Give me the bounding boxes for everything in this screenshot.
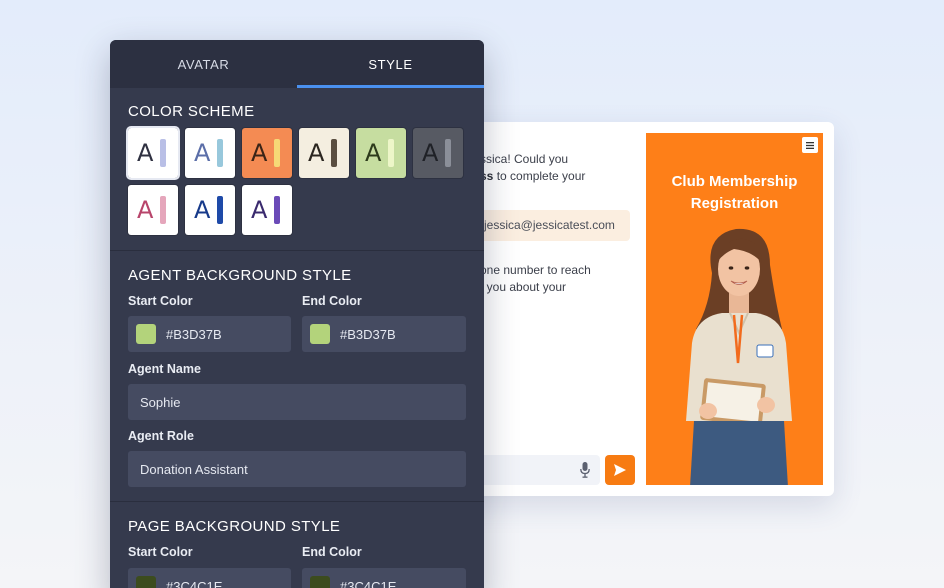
chat-preview-card: ssica! Could you ss to complete your jes… xyxy=(440,122,834,496)
menu-icon[interactable] xyxy=(802,137,818,153)
tab-style[interactable]: STYLE xyxy=(297,40,484,88)
swatch-bar xyxy=(217,196,223,224)
agent-message-2-line-2: t you about your xyxy=(480,280,567,294)
swatch-letter: A xyxy=(137,139,154,167)
agent-role-value: Donation Assistant xyxy=(140,461,248,477)
agent-start-color-field[interactable]: #B3D37B xyxy=(128,316,291,352)
divider xyxy=(110,250,484,251)
agent-message-2-line-1: one number to reach xyxy=(480,263,591,277)
send-button[interactable] xyxy=(605,455,635,485)
swatch-bar xyxy=(445,139,451,167)
page-end-color-value: #3C4C1E xyxy=(340,578,397,588)
swatch-letter: A xyxy=(194,139,211,167)
color-scheme-swatch-9[interactable]: A xyxy=(242,185,292,235)
color-scheme-title: COLOR SCHEME xyxy=(128,103,255,120)
agent-name-value: Sophie xyxy=(140,394,181,410)
agent-end-color-value: #B3D37B xyxy=(340,326,396,342)
swatch-letter: A xyxy=(251,196,268,224)
agent-end-color-label: End Color xyxy=(302,294,362,308)
agent-start-color-label: Start Color xyxy=(128,294,193,308)
user-reply-text: jessica@jessicatest.com xyxy=(484,218,615,232)
color-scheme-swatch-3[interactable]: A xyxy=(242,128,292,178)
agent-avatar-image xyxy=(686,228,792,485)
promo-banner: Club Membership Registration xyxy=(646,133,823,485)
style-panel: AVATAR STYLE COLOR SCHEME A A A A A A A A A AGEN… xyxy=(110,40,484,588)
microphone-icon[interactable] xyxy=(580,462,590,478)
color-scheme-swatch-8[interactable]: A xyxy=(185,185,235,235)
agent-message-2: one number to reach t you about your xyxy=(480,262,640,296)
swatch-letter: A xyxy=(137,196,154,224)
page-end-color-field[interactable]: #3C4C1E xyxy=(302,568,466,588)
promo-title: Club Membership Registration xyxy=(671,173,798,212)
page-start-color-label: Start Color xyxy=(128,545,193,559)
agent-end-color-chip[interactable] xyxy=(310,324,330,344)
swatch-letter: A xyxy=(422,139,439,167)
color-scheme-swatch-5[interactable]: A xyxy=(356,128,406,178)
swatch-letter: A xyxy=(365,139,382,167)
agent-start-color-chip[interactable] xyxy=(136,324,156,344)
swatch-bar xyxy=(160,139,166,167)
page-end-color-label: End Color xyxy=(302,545,362,559)
agent-role-input[interactable]: Donation Assistant xyxy=(128,451,466,487)
page-background-title: PAGE BACKGROUND STYLE xyxy=(128,518,341,535)
swatch-letter: A xyxy=(308,139,325,167)
page-end-color-chip[interactable] xyxy=(310,576,330,588)
swatch-bar xyxy=(274,196,280,224)
user-reply-bubble: jessica@jessicatest.com xyxy=(464,210,630,241)
agent-start-color-value: #B3D37B xyxy=(166,326,222,342)
color-scheme-swatch-2[interactable]: A xyxy=(185,128,235,178)
page-start-color-chip[interactable] xyxy=(136,576,156,588)
agent-name-label: Agent Name xyxy=(128,362,201,376)
color-scheme-swatch-4[interactable]: A xyxy=(299,128,349,178)
swatch-bar xyxy=(217,139,223,167)
agent-end-color-field[interactable]: #B3D37B xyxy=(302,316,466,352)
agent-message-text-2: to complete your xyxy=(493,169,586,183)
agent-name-input[interactable]: Sophie xyxy=(128,384,466,420)
page-start-color-value: #3C4C1E xyxy=(166,578,223,588)
chat-input[interactable] xyxy=(464,455,600,485)
panel-tabs: AVATAR STYLE xyxy=(110,40,484,88)
color-scheme-swatch-7[interactable]: A xyxy=(128,185,178,235)
page-start-color-field[interactable]: #3C4C1E xyxy=(128,568,291,588)
agent-message: ssica! Could you ss to complete your xyxy=(480,151,640,185)
agent-role-label: Agent Role xyxy=(128,429,194,443)
tab-avatar[interactable]: AVATAR xyxy=(110,40,297,88)
swatch-letter: A xyxy=(251,139,268,167)
swatch-bar xyxy=(331,139,337,167)
color-scheme-swatch-1[interactable]: A xyxy=(126,126,180,180)
swatch-bar xyxy=(388,139,394,167)
agent-background-title: AGENT BACKGROUND STYLE xyxy=(128,267,352,284)
swatch-bar xyxy=(160,196,166,224)
color-scheme-swatch-6[interactable]: A xyxy=(413,128,463,178)
agent-message-text: ssica! Could you xyxy=(480,152,569,166)
send-icon xyxy=(614,464,626,476)
swatch-bar xyxy=(274,139,280,167)
swatch-letter: A xyxy=(194,196,211,224)
divider xyxy=(110,501,484,502)
